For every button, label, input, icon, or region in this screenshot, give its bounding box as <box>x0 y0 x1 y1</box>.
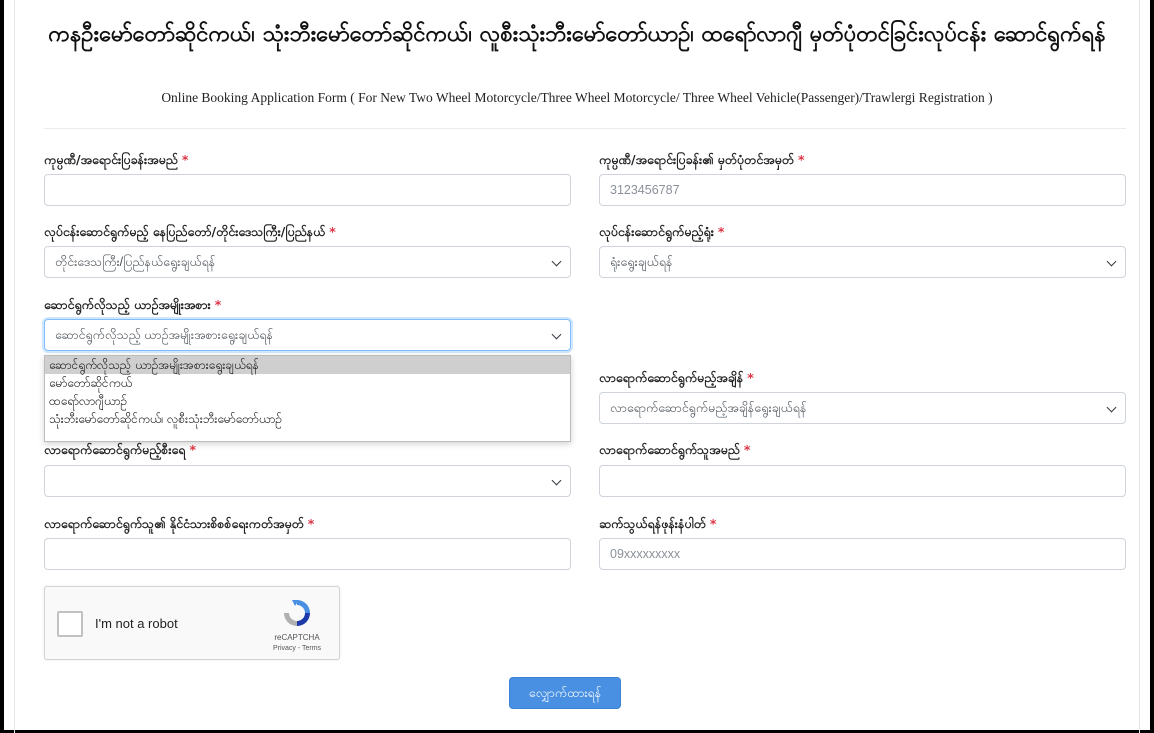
dropdown-option[interactable]: သုံးဘီးမော်တော်ဆိုင်ကယ်၊ လူစီးသုံးဘီးမော… <box>45 410 570 428</box>
required-mark: * <box>181 152 189 167</box>
required-mark: * <box>329 224 336 239</box>
phone-label-text: ဆက်သွယ်ရန်ဖုန်းနံပါတ် <box>599 516 706 531</box>
visitor-nrc-input[interactable] <box>44 538 571 570</box>
chevron-down-icon <box>551 475 562 486</box>
chevron-down-icon <box>1106 402 1117 413</box>
company-reg-no-label-text: ကုမ္ပဏီ/အရောင်းပြခန်း၏ မှတ်ပုံတင်အမှတ် <box>599 152 794 167</box>
region-label-text: လုပ်ငန်းဆောင်ရွက်မည့် နေပြည်တော်/တိုင်းဒ… <box>44 224 326 239</box>
vehicle-type-select[interactable]: ဆောင်ရွက်လိုသည့် ယာဉ်အမျိုးအစားရွေးချယ်ရ… <box>44 319 571 351</box>
required-mark: * <box>709 516 717 531</box>
submit-button[interactable]: လျှောက်ထားရန် <box>509 677 621 709</box>
phone-label: ဆက်သွယ်ရန်ဖုန်းနံပါတ် * <box>599 516 716 535</box>
recaptcha-privacy-terms-link[interactable]: Privacy - Terms <box>263 645 331 652</box>
vehicle-type-dropdown-list: ဆောင်ရွက်လိုသည့် ယာဉ်အမျိုးအစားရွေးချယ်ရ… <box>44 355 571 442</box>
region-label: လုပ်ငန်းဆောင်ရွက်မည့် နေပြည်တော်/တိုင်းဒ… <box>44 224 336 243</box>
company-reg-no-input[interactable]: 3123456787 <box>599 174 1126 206</box>
company-name-input[interactable] <box>44 174 571 206</box>
chevron-down-icon <box>551 256 562 267</box>
office-selected-value: ရုံးရွေးချယ်ရန် <box>610 255 673 269</box>
vehicle-type-label-text: ဆောင်ရွက်လိုသည့် ယာဉ်အမျိုးအစား <box>44 297 211 312</box>
visit-count-select[interactable] <box>44 465 571 497</box>
required-mark: * <box>214 297 222 312</box>
vehicle-type-label: ဆောင်ရွက်လိုသည့် ယာဉ်အမျိုးအစား * <box>44 297 221 316</box>
company-reg-no-label: ကုမ္ပဏီ/အရောင်းပြခန်း၏ မှတ်ပုံတင်အမှတ် * <box>599 152 805 171</box>
required-mark: * <box>747 370 754 385</box>
required-mark: * <box>189 442 197 457</box>
phone-placeholder: 09xxxxxxxxx <box>610 547 681 561</box>
visitor-name-label: လာရောက်ဆောင်ရွက်သူအမည် * <box>599 442 750 461</box>
company-name-label: ကုမ္ပဏီ/အရောင်းပြခန်းအမည် * <box>44 152 188 171</box>
visit-count-label: လာရောက်ဆောင်ရွက်မည့်စီးရေ * <box>44 442 196 461</box>
company-name-label-text: ကုမ္ပဏီ/အရောင်းပြခန်းအမည် <box>44 152 178 167</box>
region-selected-value: တိုင်းဒေသကြီး/ပြည်နယ်ရွေးချယ်ရန် <box>55 255 216 269</box>
required-mark: * <box>743 442 751 457</box>
visit-time-selected-value: လာရောက်ဆောင်ရွက်မည့်အချိန်ရွေးချယ်ရန် <box>610 401 807 415</box>
required-mark: * <box>797 152 805 167</box>
visitor-name-label-text: လာရောက်ဆောင်ရွက်သူအမည် <box>599 442 740 457</box>
region-select[interactable]: တိုင်းဒေသကြီး/ပြည်နယ်ရွေးချယ်ရန် <box>44 246 571 278</box>
office-label: လုပ်ငန်းဆောင်ရွက်မည့်ရုံး * <box>599 224 724 243</box>
page-title: ကနဦးမော်တော်ဆိုင်ကယ်၊ သုံးဘီးမော်တော်ဆို… <box>48 22 1106 47</box>
dropdown-option[interactable]: ဆောင်ရွက်လိုသည့် ယာဉ်အမျိုးအစားရွေးချယ်ရ… <box>45 356 570 374</box>
page-subtitle: Online Booking Application Form ( For Ne… <box>161 90 993 105</box>
container-edge-right <box>1139 0 1140 733</box>
phone-input[interactable]: 09xxxxxxxxx <box>599 538 1126 570</box>
visitor-nrc-label-text: လာရောက်ဆောင်ရွက်သူ၏ နိုင်ငံသားစိစစ်ရေးကတ… <box>44 516 304 531</box>
dropdown-option[interactable]: မော်တော်ဆိုင်ကယ် <box>45 374 570 392</box>
visitor-nrc-label: လာရောက်ဆောင်ရွက်သူ၏ နိုင်ငံသားစိစစ်ရေးကတ… <box>44 516 314 535</box>
chevron-down-icon <box>1106 256 1117 267</box>
dropdown-option[interactable]: ထရော်လာဂျီယာဉ် <box>45 392 570 410</box>
recaptcha-logo-icon <box>284 600 310 626</box>
container-edge-left <box>14 0 15 733</box>
visitor-name-input[interactable] <box>599 465 1126 497</box>
required-mark: * <box>307 516 315 531</box>
vehicle-type-selected-value: ဆောင်ရွက်လိုသည့် ယာဉ်အမျိုးအစားရွေးချယ်ရ… <box>55 328 273 342</box>
visit-time-select[interactable]: လာရောက်ဆောင်ရွက်မည့်အချိန်ရွေးချယ်ရန် <box>599 392 1126 424</box>
company-reg-no-placeholder: 3123456787 <box>610 183 680 197</box>
chevron-down-icon <box>551 329 562 340</box>
office-select[interactable]: ရုံးရွေးချယ်ရန် <box>599 246 1126 278</box>
recaptcha-label: I'm not a robot <box>95 616 178 631</box>
required-mark: * <box>717 224 725 239</box>
visit-time-label-text: လာရောက်ဆောင်ရွက်မည့်အချိန် <box>599 370 744 385</box>
header-divider <box>44 128 1126 129</box>
recaptcha-checkbox[interactable] <box>57 611 83 637</box>
office-label-text: လုပ်ငန်းဆောင်ရွက်မည့်ရုံး <box>599 224 714 239</box>
visit-time-label: လာရောက်ဆောင်ရွက်မည့်အချိန် * <box>599 370 754 389</box>
recaptcha-widget: I'm not a robot reCAPTCHA Privacy - Term… <box>44 586 340 660</box>
visit-count-label-text: လာရောက်ဆောင်ရွက်မည့်စီးရေ <box>44 442 186 457</box>
recaptcha-brand: reCAPTCHA <box>274 633 320 642</box>
